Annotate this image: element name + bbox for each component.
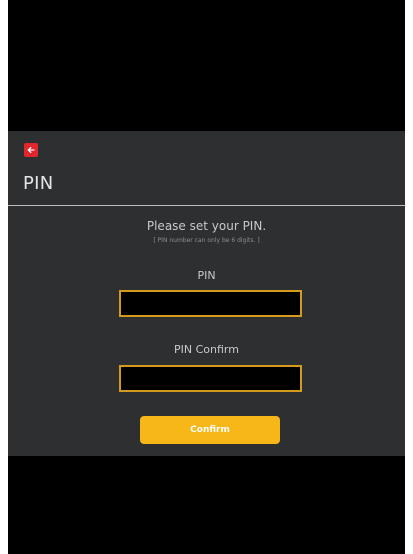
app-screen: PIN Please set your PIN. [ PIN number ca… bbox=[8, 0, 405, 554]
header-divider bbox=[8, 205, 405, 206]
pin-dialog: PIN Please set your PIN. [ PIN number ca… bbox=[8, 131, 405, 456]
dialog-title: PIN bbox=[23, 173, 54, 194]
back-button[interactable] bbox=[24, 143, 38, 157]
arrow-left-icon bbox=[27, 146, 35, 154]
confirm-button[interactable]: Confirm bbox=[140, 416, 280, 444]
pin-confirm-input[interactable] bbox=[119, 365, 302, 392]
instruction-note: [ PIN number can only be 6 digits. ] bbox=[153, 237, 260, 244]
pin-confirm-label: PIN Confirm bbox=[174, 343, 239, 356]
pin-input[interactable] bbox=[119, 290, 302, 317]
pin-label: PIN bbox=[197, 269, 216, 282]
instruction-heading: Please set your PIN. bbox=[146, 219, 267, 233]
